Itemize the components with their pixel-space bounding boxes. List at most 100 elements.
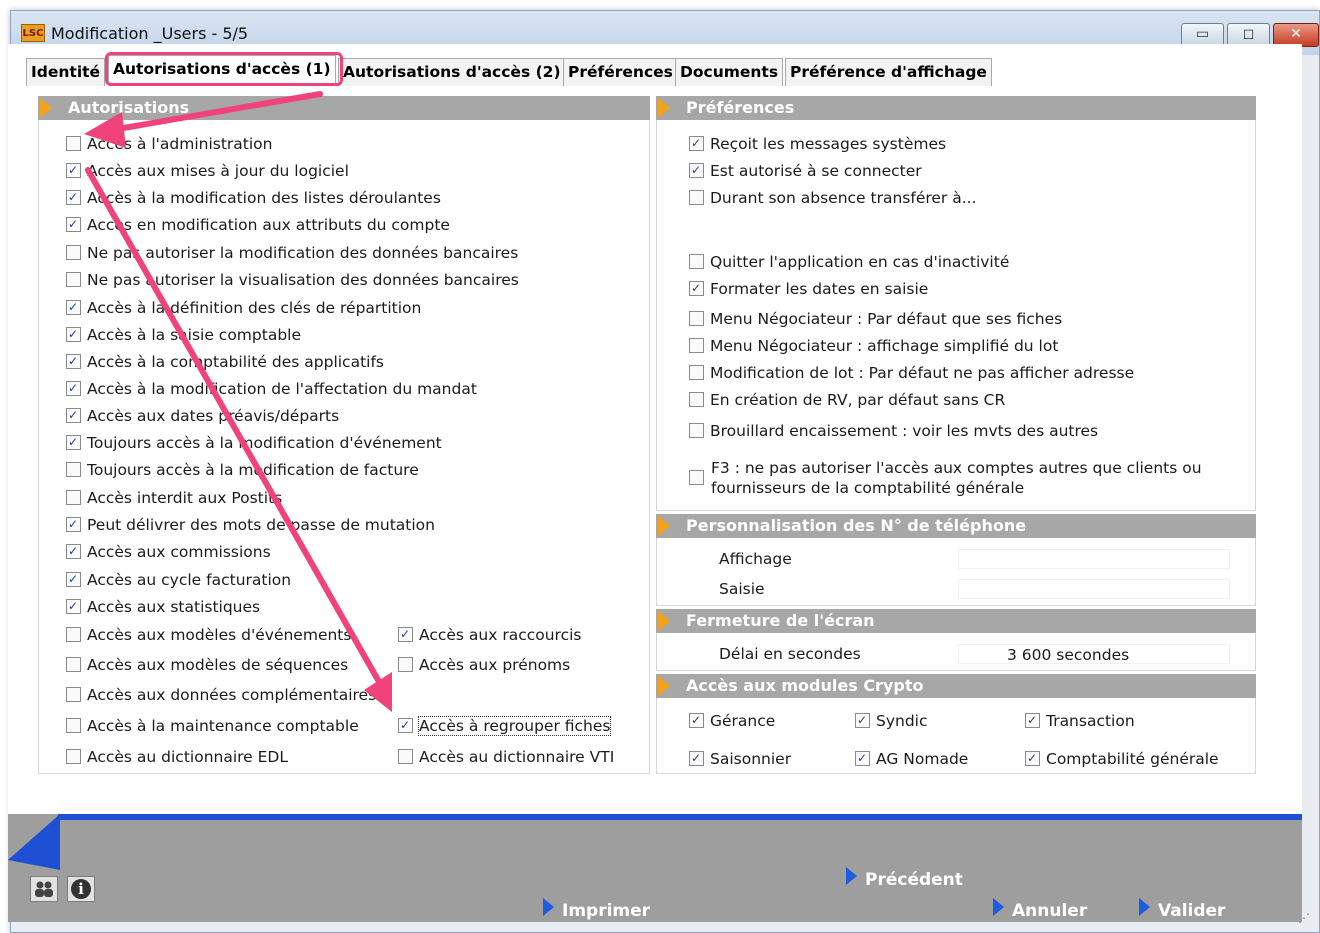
autorisation-checkbox-4[interactable]: Ne pas autoriser la modification des don… (66, 243, 518, 263)
checkbox-box[interactable] (66, 599, 81, 614)
checkbox-box[interactable] (66, 163, 81, 178)
preference-checkbox-7[interactable]: Modification de lot : Par défaut ne pas … (689, 363, 1134, 383)
checkbox-box[interactable] (398, 627, 413, 642)
tab-preference-affichage[interactable]: Préférence d'affichage (785, 58, 992, 86)
checkbox-box[interactable] (689, 751, 704, 766)
preference-checkbox-3[interactable]: Quitter l'application en cas d'inactivit… (689, 252, 1009, 272)
checkbox-box[interactable] (66, 245, 81, 260)
preference-checkbox-5[interactable]: Menu Négociateur : Par défaut que ses fi… (689, 309, 1062, 329)
checkbox-box[interactable] (689, 136, 704, 151)
autorisation-checkbox-22[interactable]: Accès au dictionnaire EDL (66, 747, 288, 767)
autorisation-checkbox-13[interactable]: Accès interdit aux Postits (66, 488, 282, 508)
autorisation-checkbox-5[interactable]: Ne pas autoriser la visualisation des do… (66, 270, 519, 290)
valider-button[interactable]: Valider (1139, 898, 1225, 921)
precedent-button[interactable]: Précédent (846, 867, 963, 890)
preference-checkbox-1[interactable]: Est autorisé à se connecter (689, 161, 922, 181)
autorisation-checkbox-19[interactable]: Accès aux modèles de séquences (66, 655, 348, 675)
autorisation-right-checkbox-3[interactable]: Accès au dictionnaire VTI (398, 747, 614, 767)
checkbox-box[interactable] (398, 749, 413, 764)
autorisation-checkbox-1[interactable]: Accès aux mises à jour du logiciel (66, 161, 349, 181)
autorisation-checkbox-18[interactable]: Accès aux modèles d'événements (66, 625, 351, 645)
preference-checkbox-0[interactable]: Reçoit les messages systèmes (689, 134, 946, 154)
checkbox-box[interactable] (689, 190, 704, 205)
autorisation-checkbox-2[interactable]: Accès à la modification des listes dérou… (66, 188, 441, 208)
checkbox-box[interactable] (66, 354, 81, 369)
checkbox-box[interactable] (66, 718, 81, 733)
checkbox-box[interactable] (66, 381, 81, 396)
autorisation-right-checkbox-2[interactable]: Accès à regrouper fiches (398, 716, 612, 736)
autorisation-checkbox-17[interactable]: Accès aux statistiques (66, 597, 260, 617)
checkbox-box[interactable] (66, 517, 81, 532)
autorisation-checkbox-15[interactable]: Accès aux commissions (66, 542, 271, 562)
checkbox-box[interactable] (689, 365, 704, 380)
preference-checkbox-2[interactable]: Durant son absence transférer à... (689, 188, 977, 208)
users-button[interactable] (30, 876, 58, 902)
autorisation-checkbox-0[interactable]: Accès à l'administration (66, 134, 273, 154)
resize-grip-icon[interactable]: ⋰ (1298, 911, 1318, 931)
tab-identite[interactable]: Identité (26, 58, 106, 86)
checkbox-box[interactable] (66, 627, 81, 642)
checkbox-box[interactable] (689, 254, 704, 269)
checkbox-box[interactable] (398, 718, 413, 733)
autorisation-checkbox-9[interactable]: Accès à la modification de l'affectation… (66, 379, 477, 399)
checkbox-box[interactable] (66, 136, 81, 151)
checkbox-box[interactable] (1025, 751, 1040, 766)
delai-field[interactable]: 3 600 secondes (958, 644, 1230, 664)
autorisation-checkbox-7[interactable]: Accès à la saisie comptable (66, 325, 301, 345)
checkbox-box[interactable] (689, 423, 704, 438)
autorisation-checkbox-10[interactable]: Accès aux dates préavis/départs (66, 406, 339, 426)
autorisation-checkbox-11[interactable]: Toujours accès à la modification d'événe… (66, 433, 442, 453)
tab-documents[interactable]: Documents (675, 58, 784, 86)
autorisation-checkbox-14[interactable]: Peut délivrer des mots de passe de mutat… (66, 515, 435, 535)
checkbox-box[interactable] (689, 338, 704, 353)
checkbox-box[interactable] (66, 435, 81, 450)
tab-autorisations-2[interactable]: Autorisations d'accès (2) (338, 58, 566, 86)
checkbox-box[interactable] (66, 572, 81, 587)
checkbox-box[interactable] (66, 490, 81, 505)
preference-checkbox-8[interactable]: En création de RV, par défaut sans CR (689, 390, 1005, 410)
crypto-checkbox-0[interactable]: Gérance (689, 711, 775, 731)
info-button[interactable]: i (67, 876, 95, 902)
checkbox-box[interactable] (1025, 713, 1040, 728)
checkbox-box[interactable] (855, 751, 870, 766)
checkbox-box[interactable] (66, 327, 81, 342)
autorisation-checkbox-6[interactable]: Accès à la définition des clés de répart… (66, 298, 421, 318)
checkbox-box[interactable] (66, 190, 81, 205)
checkbox-box[interactable] (66, 657, 81, 672)
checkbox-box[interactable] (398, 657, 413, 672)
checkbox-box[interactable] (66, 462, 81, 477)
autorisation-checkbox-8[interactable]: Accès à la comptabilité des applicatifs (66, 352, 384, 372)
checkbox-box[interactable] (66, 687, 81, 702)
autorisation-right-checkbox-0[interactable]: Accès aux raccourcis (398, 625, 582, 645)
affichage-field[interactable] (958, 549, 1230, 569)
checkbox-box[interactable] (689, 713, 704, 728)
crypto-checkbox-4[interactable]: AG Nomade (855, 749, 968, 769)
checkbox-box[interactable] (689, 163, 704, 178)
checkbox-box[interactable] (66, 272, 81, 287)
autorisation-right-checkbox-1[interactable]: Accès aux prénoms (398, 655, 570, 675)
preference-checkbox-6[interactable]: Menu Négociateur : affichage simplifié d… (689, 336, 1058, 356)
checkbox-box[interactable] (689, 281, 704, 296)
autorisation-checkbox-3[interactable]: Accès en modification aux attributs du c… (66, 215, 450, 235)
checkbox-box[interactable] (689, 311, 704, 326)
autorisation-checkbox-12[interactable]: Toujours accès à la modification de fact… (66, 460, 419, 480)
crypto-checkbox-1[interactable]: Syndic (855, 711, 928, 731)
preference-checkbox-4[interactable]: Formater les dates en saisie (689, 279, 928, 299)
checkbox-box[interactable] (66, 749, 81, 764)
checkbox-box[interactable] (66, 300, 81, 315)
annuler-button[interactable]: Annuler (993, 898, 1087, 921)
checkbox-box[interactable] (66, 544, 81, 559)
tab-preferences[interactable]: Préférences (563, 58, 678, 86)
saisie-field[interactable] (958, 579, 1230, 599)
checkbox-box[interactable] (689, 392, 704, 407)
checkbox-box[interactable] (66, 408, 81, 423)
preference-checkbox-9[interactable]: Brouillard encaissement : voir les mvts … (689, 421, 1098, 441)
autorisation-checkbox-16[interactable]: Accès au cycle facturation (66, 570, 291, 590)
autorisation-checkbox-21[interactable]: Accès à la maintenance comptable (66, 716, 359, 736)
checkbox-box[interactable] (855, 713, 870, 728)
checkbox-box[interactable] (689, 470, 704, 485)
autorisation-checkbox-20[interactable]: Accès aux données complémentaires (66, 685, 376, 705)
imprimer-button[interactable]: Imprimer (543, 898, 650, 921)
crypto-checkbox-3[interactable]: Saisonnier (689, 749, 791, 769)
checkbox-box[interactable] (66, 217, 81, 232)
